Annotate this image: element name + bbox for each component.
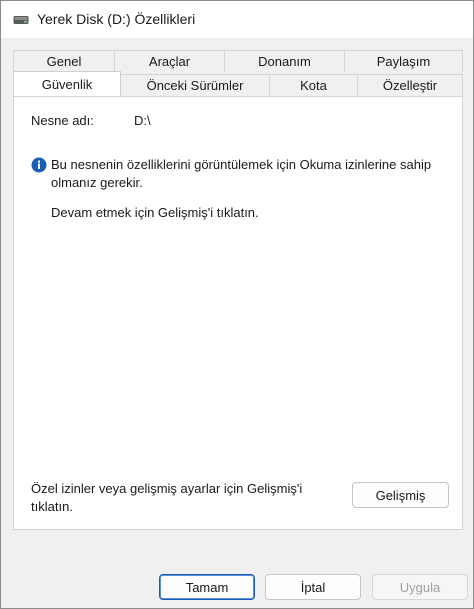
tab-genel[interactable]: Genel (13, 50, 115, 72)
continue-instruction: Devam etmek için Gelişmiş'i tıklatın. (51, 205, 259, 220)
info-message-line2: olmanız gerekir. (51, 175, 143, 190)
cancel-button[interactable]: İptal (265, 574, 361, 600)
advanced-hint-line1: Özel izinler veya gelişmiş ayarlar için … (31, 481, 303, 496)
tab-onceki-surumler[interactable]: Önceki Sürümler (120, 74, 270, 96)
ok-button[interactable]: Tamam (159, 574, 255, 600)
info-message-line1: Bu nesnenin özelliklerini görüntülemek i… (51, 157, 432, 172)
drive-icon (13, 16, 29, 24)
apply-button: Uygula (372, 574, 468, 600)
tab-araclar[interactable]: Araçlar (114, 50, 225, 72)
object-name-value: D:\ (134, 113, 151, 128)
tab-paylasim[interactable]: Paylaşım (344, 50, 463, 72)
window-title: Yerek Disk (D:) Özellikleri (37, 11, 196, 27)
tab-donanim[interactable]: Donanım (224, 50, 345, 72)
tab-kota[interactable]: Kota (269, 74, 358, 96)
object-name-label: Nesne adı: (31, 113, 94, 128)
advanced-hint-line2: tıklatın. (31, 499, 73, 514)
advanced-button[interactable]: Gelişmiş (352, 482, 449, 508)
properties-window: Yerek Disk (D:) Özellikleri Genel Araçla… (0, 0, 474, 609)
tab-ozellestir[interactable]: Özelleştir (357, 74, 463, 96)
tab-guvenlik[interactable]: Güvenlik (13, 71, 121, 96)
info-icon (31, 157, 47, 173)
title-bar[interactable]: Yerek Disk (D:) Özellikleri (1, 1, 473, 38)
